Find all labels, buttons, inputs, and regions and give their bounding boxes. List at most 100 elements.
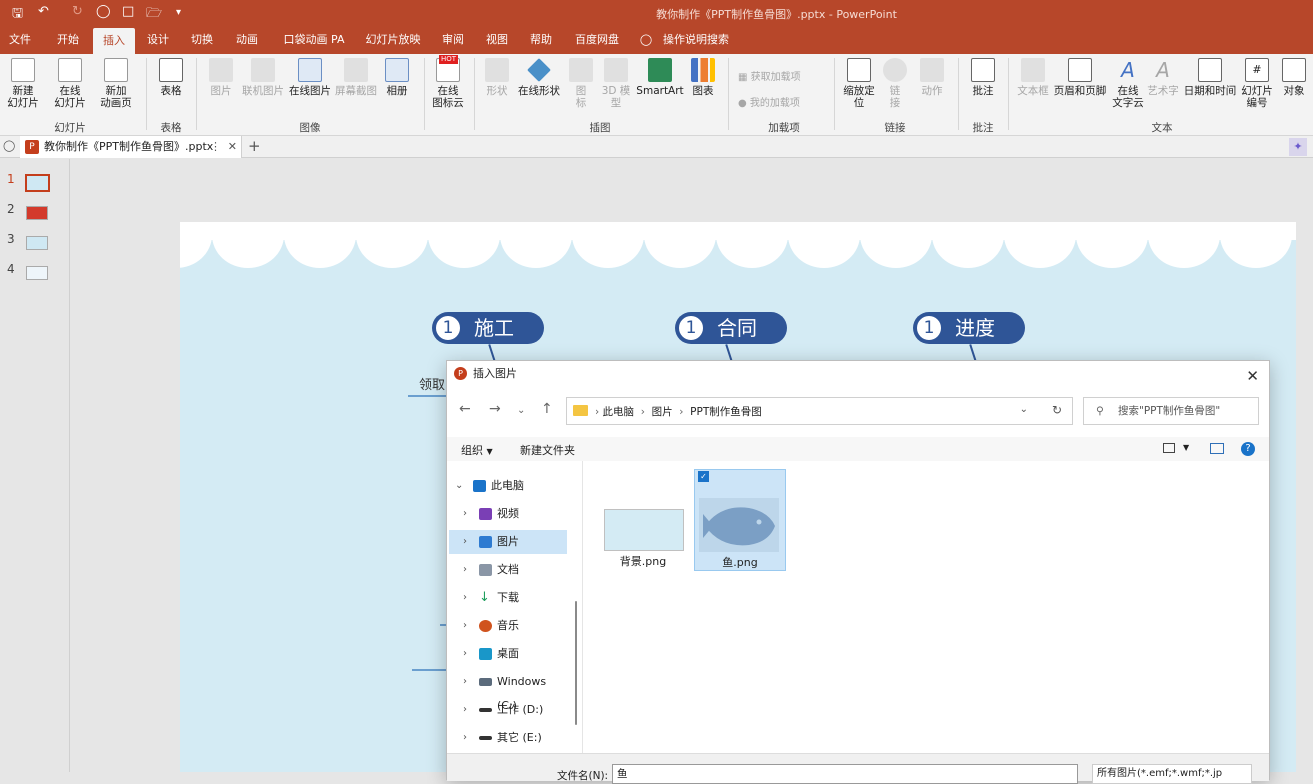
category-pill-progress[interactable]: 1 进度	[913, 312, 1025, 344]
new-slide-button[interactable]: 新建 幻灯片	[2, 58, 44, 109]
link-button[interactable]: 链 接	[880, 58, 910, 109]
forward-icon[interactable]: →	[489, 401, 501, 417]
addin-pane-icon[interactable]: ✦	[1289, 138, 1307, 156]
view-options-icon[interactable]	[1163, 443, 1175, 453]
expand-icon[interactable]: ›	[463, 502, 467, 526]
expand-icon[interactable]: ›	[463, 614, 467, 638]
expand-icon[interactable]: ›	[463, 670, 467, 694]
slide-thumbnail-4[interactable]	[26, 266, 48, 280]
tree-item-desktop[interactable]: › 桌面	[449, 642, 567, 666]
tab-review[interactable]: 审阅	[434, 26, 472, 54]
slide-thumbnail-3[interactable]	[26, 236, 48, 250]
pictures-button[interactable]: 图片	[204, 58, 238, 97]
tab-home[interactable]: 开始	[48, 26, 88, 54]
breadcrumb-item[interactable]: 此电脑	[603, 406, 635, 418]
chart-button[interactable]: 图表	[688, 58, 718, 97]
comment-button[interactable]: 批注	[966, 58, 1000, 97]
breadcrumb-item[interactable]: 图片	[652, 406, 673, 418]
tree-item-drive-d[interactable]: › 工作 (D:)	[449, 698, 567, 722]
expand-icon[interactable]: ›	[463, 698, 467, 722]
category-pill-construction[interactable]: 1 施工	[432, 312, 544, 344]
refresh-icon[interactable]: ↻	[1052, 403, 1062, 417]
slide-thumbnail-1[interactable]	[25, 174, 50, 192]
document-tab[interactable]: P 教你制作《PPT制作鱼骨图》.pptx ⋮ ✕	[20, 136, 242, 158]
icon-cloud-button[interactable]: HOT 在线 图标云	[430, 55, 466, 109]
file-item-fish[interactable]: ✓ 鱼.png	[694, 469, 786, 571]
tree-item-documents[interactable]: › 文档	[449, 558, 567, 582]
address-bar[interactable]: › 此电脑 › 图片 › PPT制作鱼骨图 ⌄ ↻	[566, 397, 1073, 425]
tree-item-downloads[interactable]: › ↓ 下载	[449, 586, 567, 610]
recent-locations-icon[interactable]: ⌄	[517, 405, 525, 416]
action-button[interactable]: 动作	[916, 58, 948, 97]
tab-design[interactable]: 设计	[139, 26, 177, 54]
file-type-select[interactable]: 所有图片(*.emf;*.wmf;*.jp	[1092, 764, 1252, 784]
icons-icon	[569, 58, 593, 82]
tab-transitions[interactable]: 切换	[183, 26, 221, 54]
tree-scrollbar[interactable]	[575, 601, 577, 725]
slide-number-button[interactable]: # 幻灯片 编号	[1238, 58, 1276, 109]
tab-insert[interactable]: 插入	[93, 28, 135, 54]
collapse-icon[interactable]: ⌄	[455, 474, 463, 498]
shapes-button[interactable]: 形状	[482, 58, 512, 97]
new-tab-icon[interactable]: +	[248, 137, 261, 155]
tree-item-pictures[interactable]: › 图片	[449, 530, 567, 554]
online-image-button[interactable]: 在线图片	[288, 58, 332, 97]
close-tab-icon[interactable]: ✕	[228, 136, 237, 158]
file-item-background[interactable]: 背景.png	[597, 469, 689, 571]
tell-me-search[interactable]: 操作说明搜索	[660, 26, 732, 54]
tree-item-this-pc[interactable]: ⌄ 此电脑	[449, 474, 567, 498]
online-slide-button[interactable]: 在线 幻灯片	[48, 58, 92, 109]
tab-pocket-animation[interactable]: 口袋动画 PA	[278, 26, 350, 54]
search-input[interactable]: ⚲ 搜索"PPT制作鱼骨图"	[1083, 397, 1259, 425]
tab-view[interactable]: 视图	[478, 26, 516, 54]
tab-animations[interactable]: 动画	[228, 26, 266, 54]
expand-icon[interactable]: ›	[463, 642, 467, 666]
get-addins-button[interactable]: ▦ 获取加载项	[738, 68, 801, 83]
tab-slideshow[interactable]: 幻灯片放映	[360, 26, 426, 54]
new-animation-page-button[interactable]: 新加 动画页	[94, 58, 138, 109]
expand-icon[interactable]: ›	[463, 726, 467, 750]
help-icon[interactable]: ?	[1241, 442, 1255, 456]
filename-input[interactable]: 鱼	[612, 764, 1078, 784]
slide-thumbnail-2[interactable]	[26, 206, 48, 220]
tab-menu-icon[interactable]: ⋮	[210, 136, 221, 158]
table-button[interactable]: 表格	[154, 58, 188, 97]
photo-album-button[interactable]: 相册	[382, 58, 412, 97]
checkbox-checked-icon[interactable]: ✓	[698, 471, 709, 482]
back-icon[interactable]: ←	[459, 401, 471, 417]
layout-icon[interactable]: ◯	[3, 139, 15, 152]
online-shapes-button[interactable]: 在线形状	[516, 58, 562, 97]
my-addins-button[interactable]: ● 我的加载项	[738, 94, 800, 109]
tree-item-music[interactable]: › 音乐	[449, 614, 567, 638]
new-folder-button[interactable]: 新建文件夹	[520, 442, 575, 458]
smartart-button[interactable]: SmartArt	[636, 58, 684, 97]
view-dropdown-icon[interactable]: ▼	[1183, 443, 1189, 452]
wordart-button[interactable]: A 艺术字	[1146, 58, 1180, 97]
tab-file[interactable]: 文件	[0, 26, 40, 54]
tab-help[interactable]: 帮助	[522, 26, 560, 54]
breadcrumb-item[interactable]: PPT制作鱼骨图	[690, 406, 762, 418]
expand-icon[interactable]: ›	[463, 586, 467, 610]
icons-button[interactable]: 图 标	[568, 58, 594, 109]
object-button[interactable]: 对象	[1280, 58, 1308, 97]
category-pill-contract[interactable]: 1 合同	[675, 312, 787, 344]
online-pictures-button[interactable]: 联机图片	[240, 58, 286, 97]
date-time-button[interactable]: 日期和时间	[1182, 58, 1238, 97]
zoom-button[interactable]: 缩放定 位	[840, 58, 878, 109]
up-icon[interactable]: ↑	[541, 401, 553, 417]
header-footer-button[interactable]: 页眉和页脚	[1052, 58, 1108, 97]
tab-baidu-netdisk[interactable]: 百度网盘	[568, 26, 626, 54]
expand-icon[interactable]: ›	[463, 558, 467, 582]
3d-models-button[interactable]: 3D 模 型	[598, 58, 634, 109]
tree-item-drive-e[interactable]: › 其它 (E:)	[449, 726, 567, 750]
textbox-button[interactable]: 文本框	[1014, 58, 1052, 97]
preview-pane-icon[interactable]	[1210, 443, 1224, 454]
organize-button[interactable]: 组织 ▼	[461, 442, 493, 458]
tree-item-videos[interactable]: › 视频	[449, 502, 567, 526]
screenshot-button[interactable]: 屏幕截图	[333, 58, 379, 97]
close-icon[interactable]: ✕	[1246, 363, 1259, 389]
word-cloud-button[interactable]: A 在线 文字云	[1110, 58, 1146, 109]
address-dropdown-icon[interactable]: ⌄	[1020, 404, 1028, 415]
expand-icon[interactable]: ›	[463, 530, 467, 554]
tree-item-drive-c[interactable]: › Windows (C:)	[449, 670, 567, 712]
